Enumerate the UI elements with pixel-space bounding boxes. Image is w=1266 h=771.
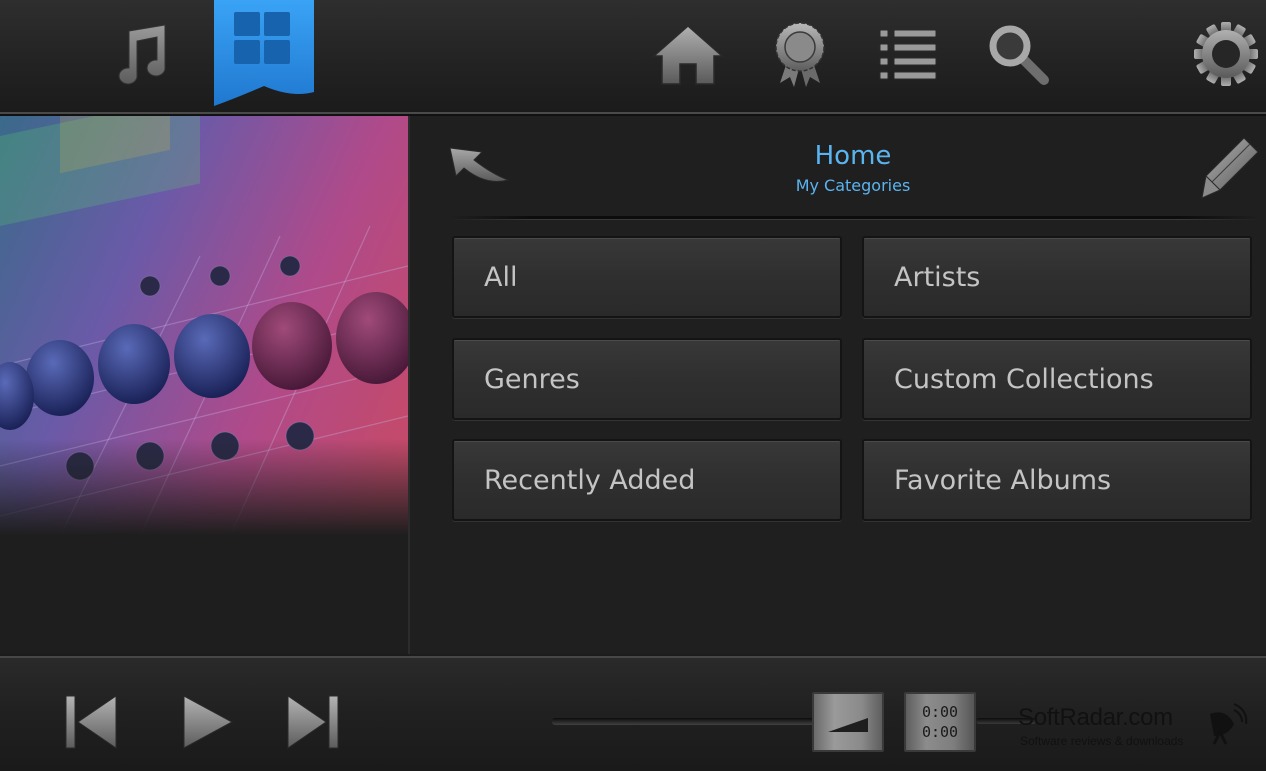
- category-recently-added-button[interactable]: Recently Added: [452, 439, 842, 521]
- watermark-title: SoftRadar.com: [1018, 704, 1173, 731]
- category-custom-collections-button[interactable]: Custom Collections: [862, 338, 1252, 420]
- pencil-edit-icon[interactable]: [1200, 136, 1260, 200]
- seek-bar[interactable]: [552, 718, 822, 724]
- page-title: Home: [814, 141, 892, 171]
- elapsed-time: 0:00: [921, 703, 959, 721]
- category-artists-button[interactable]: Artists: [862, 236, 1252, 318]
- search-icon[interactable]: [978, 14, 1058, 94]
- total-time: 0:00: [921, 723, 959, 741]
- category-favorite-albums-button[interactable]: Favorite Albums: [862, 439, 1252, 521]
- panel-header: Home My Categories: [410, 116, 1266, 216]
- album-artwork: [0, 116, 410, 654]
- volume-wedge-icon: [828, 718, 868, 732]
- watermark-subtitle: Software reviews & downloads: [1020, 734, 1184, 748]
- top-navigation-bar: [0, 0, 1266, 116]
- next-icon[interactable]: [284, 694, 340, 750]
- satellite-dish-icon: [1210, 703, 1248, 745]
- category-all-button[interactable]: All: [452, 236, 842, 318]
- time-display: 0:00 0:00: [904, 692, 976, 752]
- home-icon[interactable]: [648, 14, 728, 94]
- previous-icon[interactable]: [64, 694, 120, 750]
- player-bar: 0:00 0:00 SoftRadar.com Software reviews…: [0, 656, 1266, 771]
- award-icon[interactable]: [760, 14, 840, 94]
- play-icon[interactable]: [180, 694, 236, 750]
- volume-button[interactable]: [812, 692, 884, 752]
- categories-tab[interactable]: [208, 0, 320, 106]
- categories-panel: Home My Categories All Artists Genres Cu…: [410, 116, 1266, 654]
- settings-gear-icon[interactable]: [1186, 14, 1266, 94]
- watermark: SoftRadar.com Software reviews & downloa…: [1018, 703, 1258, 754]
- page-subtitle: My Categories: [795, 176, 911, 195]
- category-genres-button[interactable]: Genres: [452, 338, 842, 420]
- list-icon[interactable]: [868, 14, 948, 94]
- music-note-icon[interactable]: [100, 14, 180, 94]
